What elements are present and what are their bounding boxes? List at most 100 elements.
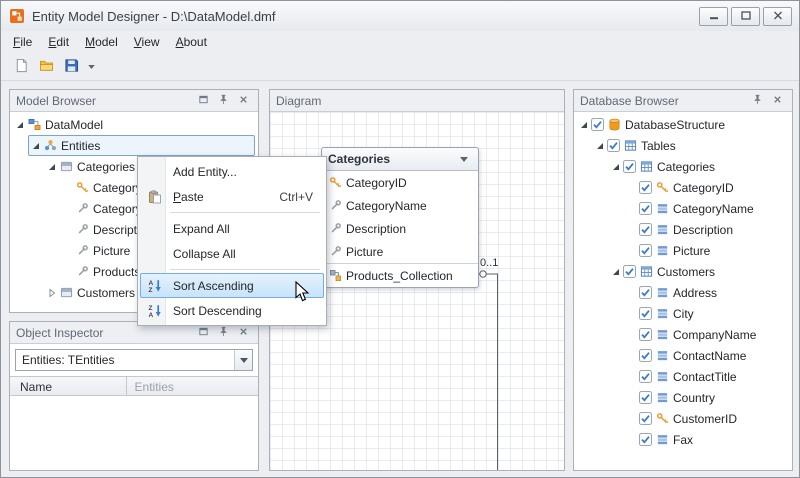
model-tree-item-datamodel[interactable]: DataModel (10, 114, 258, 135)
expand-arrow-expanded-icon[interactable] (46, 161, 58, 173)
checkbox-checked[interactable] (638, 307, 652, 320)
db-tree-item-label: ContactName (670, 349, 746, 363)
window-title: Entity Model Designer - D:\DataModel.dmf (32, 9, 275, 24)
object-inspector-header-buttons (192, 325, 252, 341)
context-menu-item-collapse-all[interactable]: Collapse All (140, 241, 324, 266)
checkbox-checked[interactable] (638, 370, 652, 383)
db-tree-item-categoryid[interactable]: CategoryID (574, 177, 792, 198)
db-tree-item-customerid[interactable]: CustomerID (574, 408, 792, 429)
db-tree-item-description[interactable]: Description (574, 219, 792, 240)
open-folder-icon (39, 58, 54, 76)
object-selector-value: Entities: TEntities (16, 353, 234, 367)
title-bar: Entity Model Designer - D:\DataModel.dmf (1, 1, 799, 31)
arrow-spacer (626, 413, 638, 425)
db-tree-item-label: Fax (670, 433, 693, 447)
checkbox-checked[interactable] (622, 265, 636, 278)
context-menu-item-sort-descending[interactable]: ZASort Descending (140, 298, 324, 323)
checkbox-checked[interactable] (638, 286, 652, 299)
model-browser-pin-button[interactable] (215, 93, 232, 109)
menu-edit[interactable]: Edit (40, 32, 77, 52)
entity-field-picture[interactable]: Picture (322, 240, 478, 263)
pin-icon (752, 94, 763, 108)
database-browser-close-button[interactable] (769, 93, 786, 109)
checkbox-checked[interactable] (638, 223, 652, 236)
db-tree-item-city[interactable]: City (574, 303, 792, 324)
database-browser-pin-button[interactable] (749, 93, 766, 109)
entity-field-categoryid[interactable]: CategoryID (322, 171, 478, 194)
expand-arrow-expanded-icon[interactable] (610, 266, 622, 278)
db-tree-item-fax[interactable]: Fax (574, 429, 792, 450)
model-tree-item-entities[interactable]: Entities (10, 135, 258, 156)
model-browser-maximize-button[interactable] (195, 93, 212, 109)
db-tree-item-picture[interactable]: Picture (574, 240, 792, 261)
entity-field-description[interactable]: Description (322, 217, 478, 240)
object-inspector-close-button[interactable] (235, 325, 252, 341)
expand-arrow-expanded-icon[interactable] (30, 140, 42, 152)
db-tree-item-tables[interactable]: Tables (574, 135, 792, 156)
close-icon (238, 326, 249, 340)
expand-arrow-expanded-icon[interactable] (594, 140, 606, 152)
context-menu-item-paste[interactable]: PasteCtrl+V (140, 184, 324, 209)
column-icon (654, 432, 670, 447)
checkbox-checked[interactable] (622, 160, 636, 173)
entity-card-header[interactable]: Categories (322, 148, 478, 171)
checkbox-checked[interactable] (606, 139, 620, 152)
save-dropdown-button[interactable] (84, 55, 98, 79)
db-tree-item-country[interactable]: Country (574, 387, 792, 408)
entity-field-label: Products_Collection (343, 269, 453, 283)
entity-field-products-collection[interactable]: Products_Collection (322, 264, 478, 287)
open-folder-button[interactable] (34, 55, 59, 79)
entity-card-dropdown-button[interactable] (456, 151, 472, 167)
checkbox-checked[interactable] (638, 181, 652, 194)
db-tree-item-address[interactable]: Address (574, 282, 792, 303)
checkbox-checked[interactable] (638, 433, 652, 446)
entity-field-categoryname[interactable]: CategoryName (322, 194, 478, 217)
model-tree-item-label: Customers (74, 286, 135, 300)
menu-view[interactable]: View (126, 32, 168, 52)
context-menu-item-sort-ascending[interactable]: AZSort Ascending (140, 273, 324, 298)
menu-model[interactable]: Model (77, 32, 126, 52)
db-tree-item-databasestructure[interactable]: DatabaseStructure (574, 114, 792, 135)
grid-column-name[interactable]: Name (10, 377, 127, 395)
checkbox-checked[interactable] (638, 391, 652, 404)
checkbox-checked[interactable] (590, 118, 604, 131)
minimize-button[interactable] (699, 7, 728, 26)
object-inspector-pin-button[interactable] (215, 325, 232, 341)
expand-arrow-expanded-icon[interactable] (610, 161, 622, 173)
model-browser-close-button[interactable] (235, 93, 252, 109)
object-inspector-maximize-button[interactable] (195, 325, 212, 341)
entity-field-label: Description (343, 222, 406, 236)
model-browser-header: Model Browser (10, 90, 258, 112)
db-tree-item-companyname[interactable]: CompanyName (574, 324, 792, 345)
checkbox-checked[interactable] (638, 202, 652, 215)
expand-arrow-collapsed-icon[interactable] (46, 287, 58, 299)
db-tree-item-customers[interactable]: Customers (574, 261, 792, 282)
context-menu-item-expand-all[interactable]: Expand All (140, 216, 324, 241)
context-menu-item-add-entity[interactable]: Add Entity... (140, 159, 324, 184)
app-icon (8, 8, 25, 25)
close-button[interactable] (763, 7, 792, 26)
checkbox-checked[interactable] (638, 244, 652, 257)
expand-arrow-expanded-icon[interactable] (578, 119, 590, 131)
db-tree-item-contactname[interactable]: ContactName (574, 345, 792, 366)
menu-bar: FileEditModelViewAbout (1, 31, 799, 53)
new-document-button[interactable] (9, 55, 34, 79)
db-tree-item-categories[interactable]: Categories (574, 156, 792, 177)
arrow-spacer (626, 350, 638, 362)
object-selector-combo[interactable]: Entities: TEntities (15, 349, 253, 371)
db-tree-item-categoryname[interactable]: CategoryName (574, 198, 792, 219)
database-browser-panel: Database Browser DatabaseStructureTables… (573, 89, 793, 471)
combo-dropdown-button[interactable] (234, 350, 252, 370)
grid-column-object[interactable]: Entities (127, 377, 258, 395)
expand-arrow-expanded-icon[interactable] (14, 119, 26, 131)
menu-about[interactable]: About (168, 32, 215, 52)
entity-card-categories[interactable]: Categories CategoryIDCategoryName Descrip… (321, 147, 479, 288)
checkbox-checked[interactable] (638, 412, 652, 425)
maximize-button[interactable] (731, 7, 760, 26)
checkbox-checked[interactable] (638, 349, 652, 362)
table-icon (638, 159, 654, 174)
db-tree-item-contacttitle[interactable]: ContactTitle (574, 366, 792, 387)
menu-file[interactable]: File (5, 32, 40, 52)
save-button[interactable] (59, 55, 84, 79)
checkbox-checked[interactable] (638, 328, 652, 341)
